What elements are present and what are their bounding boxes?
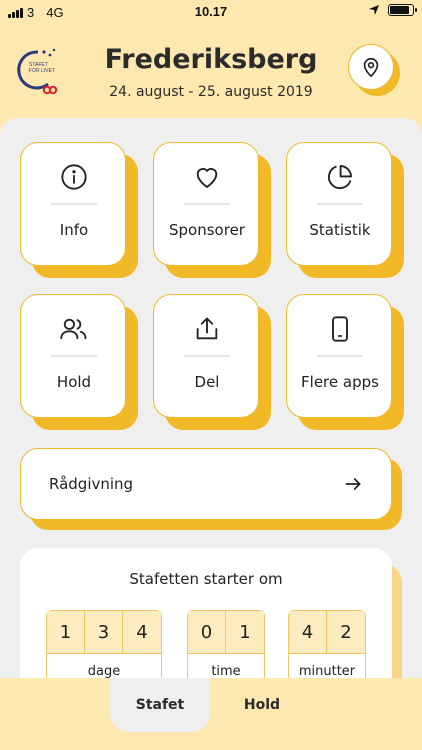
tab-hold[interactable]: Hold xyxy=(212,678,312,732)
tile-del[interactable]: Del xyxy=(153,294,271,430)
advice-button[interactable]: Rådgivning xyxy=(20,448,402,530)
tile-label: Info xyxy=(59,221,89,239)
info-icon xyxy=(61,164,87,190)
location-button[interactable] xyxy=(348,44,400,96)
location-arrow-icon xyxy=(369,5,379,15)
pie-chart-icon xyxy=(327,164,353,190)
countdown-digit: 2 xyxy=(327,611,365,653)
tab-bar: Stafet Hold xyxy=(0,678,422,750)
arrow-right-icon xyxy=(345,478,361,490)
advice-label: Rådgivning xyxy=(49,475,134,493)
tile-statistik[interactable]: Statistik xyxy=(286,142,404,278)
status-bar: 3 4G 10.17 xyxy=(0,0,422,24)
tile-label: Statistik xyxy=(309,221,371,239)
tile-label: Sponsorer xyxy=(169,221,245,239)
countdown-title: Stafetten starter om xyxy=(129,570,283,588)
countdown-digit: 3 xyxy=(85,611,123,653)
location-pin-icon xyxy=(363,57,379,77)
status-time: 10.17 xyxy=(194,4,228,19)
tile-label: Flere apps xyxy=(301,373,379,391)
heart-icon xyxy=(196,168,218,188)
countdown-digit: 4 xyxy=(289,611,327,653)
tile-label: Hold xyxy=(56,373,92,391)
tile-flere-apps[interactable]: Flere apps xyxy=(286,294,404,430)
battery-icon xyxy=(388,4,417,16)
countdown-digit: 4 xyxy=(123,611,161,653)
tile-info[interactable]: Info xyxy=(20,142,138,278)
tile-label: Del xyxy=(194,373,220,391)
phone-icon xyxy=(332,316,348,342)
users-icon xyxy=(60,318,87,340)
tab-stafet[interactable]: Stafet xyxy=(110,678,210,732)
share-icon xyxy=(196,317,218,340)
tile-hold[interactable]: Hold xyxy=(20,294,138,430)
tile-sponsorer[interactable]: Sponsorer xyxy=(153,142,271,278)
countdown-digit: 0 xyxy=(188,611,226,653)
countdown-digit: 1 xyxy=(226,611,264,653)
countdown-digit: 1 xyxy=(47,611,85,653)
